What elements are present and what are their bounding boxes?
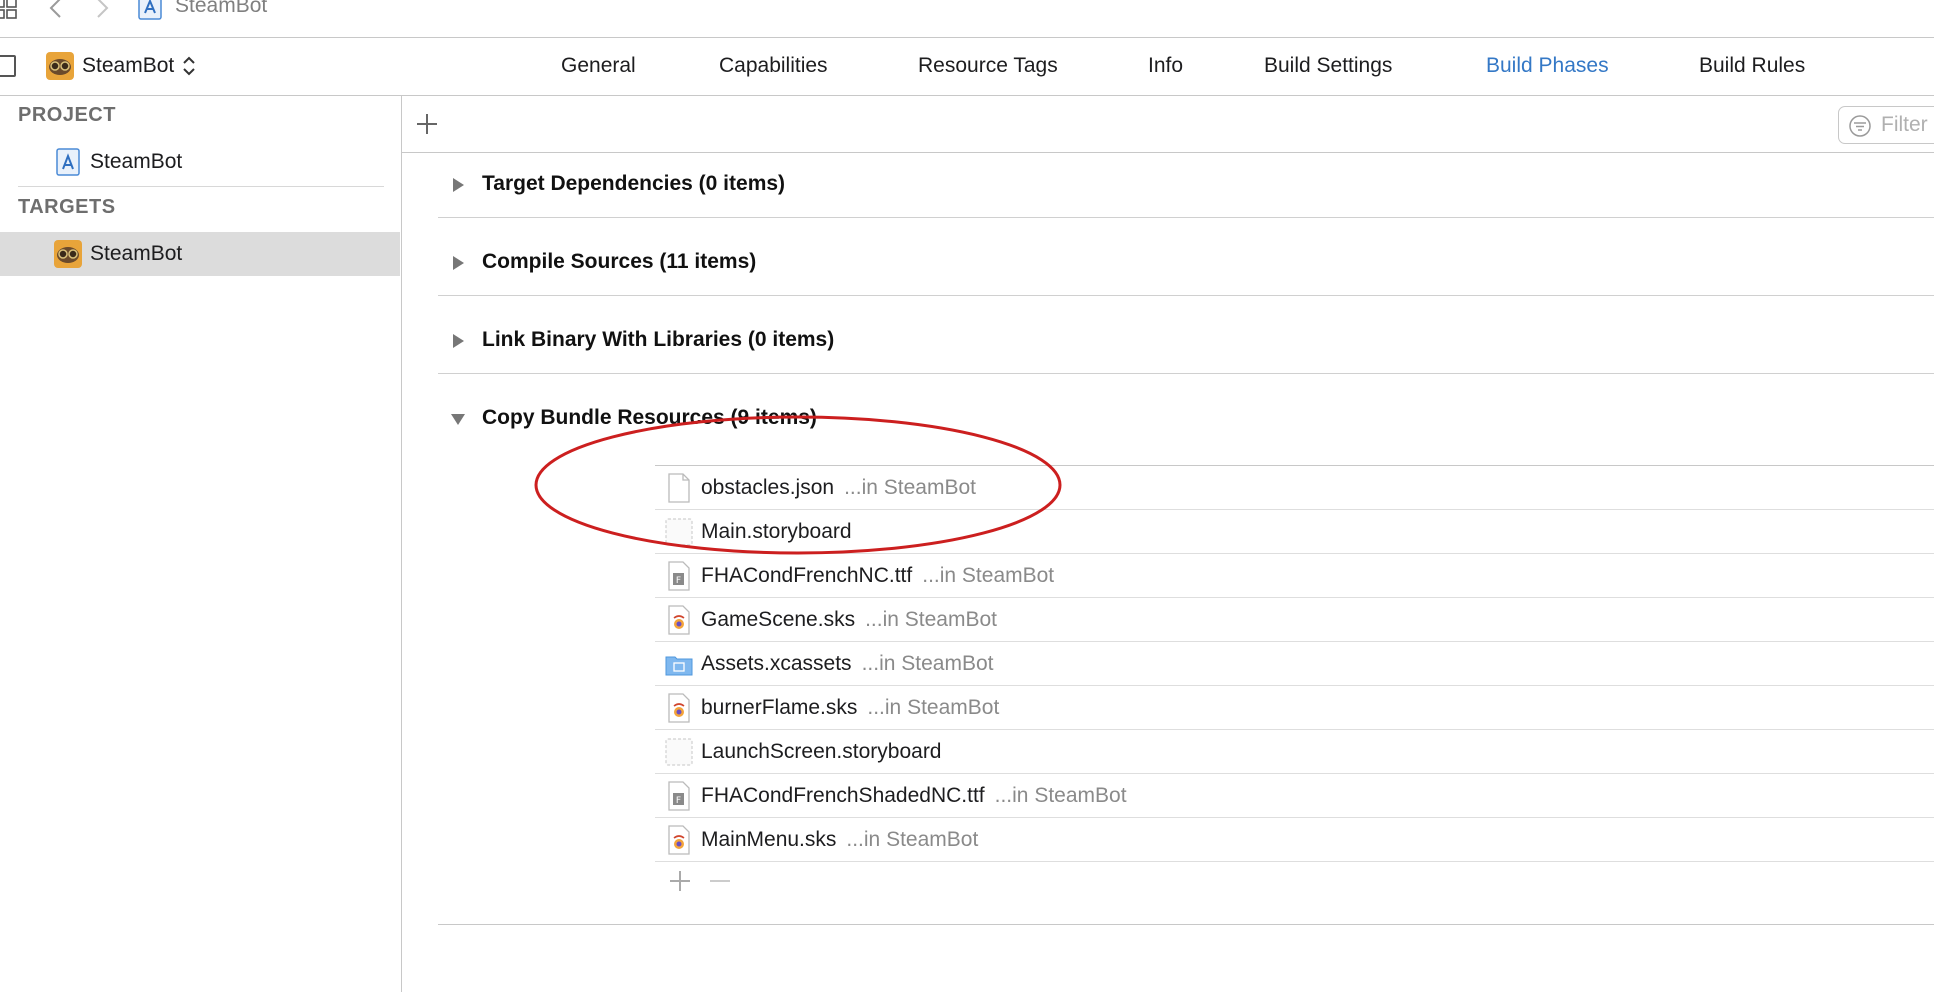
sks-file-icon: [665, 693, 693, 723]
back-chevron-icon[interactable]: [46, 0, 66, 22]
sidebar-divider: [18, 186, 384, 187]
remove-file-icon[interactable]: [705, 866, 735, 896]
jump-bar: SteamBot: [0, 0, 1934, 38]
steambot-app-icon: [46, 52, 74, 80]
file-name-text: LaunchScreen.storyboard: [701, 740, 942, 763]
copy-resources-file-list: obstacles.json ...in SteamBot Main.storybo…: [655, 465, 1934, 862]
storyboard-file-icon: [665, 517, 693, 547]
phase-title: Copy Bundle Resources (9 items): [482, 406, 817, 429]
phase-link-binary[interactable]: Link Binary With Libraries (0 items): [438, 309, 1934, 374]
file-name-text: FHACondFrenchNC.ttf: [701, 564, 913, 587]
sidebar-toggle-icon[interactable]: [0, 55, 16, 77]
sidebar-item-label: SteamBot: [90, 150, 183, 173]
up-down-chevron-icon: [183, 56, 195, 76]
file-row[interactable]: Assets.xcassets ...in SteamBot: [655, 642, 1934, 686]
tab-general[interactable]: General: [561, 54, 636, 78]
svg-text:F: F: [676, 576, 681, 586]
phase-copy-bundle-resources[interactable]: Copy Bundle Resources (9 items): [438, 387, 1934, 451]
disclosure-triangle-collapsed-icon[interactable]: [450, 177, 466, 193]
file-name: LaunchScreen.storyboard: [701, 740, 942, 764]
tab-build-rules[interactable]: Build Rules: [1699, 54, 1805, 78]
phase-title: Link Binary With Libraries (0 items): [482, 328, 835, 351]
file-row[interactable]: Main.storyboard: [655, 510, 1934, 554]
file-row[interactable]: LaunchScreen.storyboard: [655, 730, 1934, 774]
forward-chevron-icon[interactable]: [92, 0, 112, 22]
filter-icon: [1849, 115, 1871, 137]
file-name-text: Main.storyboard: [701, 520, 852, 543]
add-build-phase-icon[interactable]: [412, 109, 442, 139]
file-name: FHACondFrenchShadedNC.ttf ...in SteamBot: [701, 784, 1127, 808]
file-row[interactable]: GameScene.sks ...in SteamBot: [655, 598, 1934, 642]
breadcrumb-project[interactable]: SteamBot: [175, 0, 267, 18]
add-file-icon[interactable]: [665, 866, 695, 896]
xcode-project-icon: [56, 148, 80, 176]
file-name: Main.storyboard: [701, 520, 852, 544]
build-phases-toolbar: Filter: [402, 96, 1934, 153]
json-file-icon: [665, 473, 693, 503]
disclosure-triangle-collapsed-icon[interactable]: [450, 333, 466, 349]
file-row[interactable]: burnerFlame.sks ...in SteamBot: [655, 686, 1934, 730]
file-location: ...in SteamBot: [846, 828, 979, 851]
file-row[interactable]: F FHACondFrenchNC.ttf ...in SteamBot: [655, 554, 1934, 598]
file-name: burnerFlame.sks ...in SteamBot: [701, 696, 999, 720]
font-file-icon: F: [665, 561, 693, 591]
file-name: Assets.xcassets ...in SteamBot: [701, 652, 993, 676]
phase-divider: [438, 924, 1934, 925]
sks-file-icon: [665, 605, 693, 635]
project-navigator-sidebar: PROJECT SteamBot TARGETS SteamBot: [0, 96, 402, 992]
project-section-header: PROJECT: [18, 104, 116, 126]
target-selector[interactable]: SteamBot: [46, 51, 196, 81]
file-name: MainMenu.sks ...in SteamBot: [701, 828, 978, 852]
targets-section-header: TARGETS: [18, 196, 116, 218]
file-location: ...in SteamBot: [994, 784, 1127, 807]
file-location: ...in SteamBot: [922, 564, 1055, 587]
disclosure-triangle-collapsed-icon[interactable]: [450, 255, 466, 271]
sidebar-item-label: SteamBot: [90, 242, 183, 265]
filter-field[interactable]: Filter: [1838, 106, 1934, 144]
file-row[interactable]: F FHACondFrenchShadedNC.ttf ...in SteamBot: [655, 774, 1934, 818]
file-name: GameScene.sks ...in SteamBot: [701, 608, 997, 632]
file-name-text: burnerFlame.sks: [701, 696, 858, 719]
filter-placeholder: Filter: [1881, 113, 1928, 136]
svg-text:F: F: [676, 796, 681, 806]
font-file-icon: F: [665, 781, 693, 811]
build-phases-editor: Filter Target Dependencies (0 items) Com…: [402, 96, 1934, 992]
file-name-text: GameScene.sks: [701, 608, 856, 631]
phase-title: Target Dependencies (0 items): [482, 172, 786, 195]
tab-resource-tags[interactable]: Resource Tags: [918, 54, 1058, 78]
file-name-text: obstacles.json: [701, 476, 835, 499]
tab-build-phases[interactable]: Build Phases: [1486, 54, 1609, 78]
file-name-text: FHACondFrenchShadedNC.ttf: [701, 784, 985, 807]
file-name-text: MainMenu.sks: [701, 828, 837, 851]
xcode-project-icon: [138, 0, 162, 20]
sidebar-item-project[interactable]: SteamBot: [0, 140, 400, 184]
file-row[interactable]: MainMenu.sks ...in SteamBot: [655, 818, 1934, 862]
file-name: obstacles.json ...in SteamBot: [701, 476, 976, 500]
steambot-app-icon: [54, 240, 82, 268]
phase-target-dependencies[interactable]: Target Dependencies (0 items): [438, 153, 1934, 218]
file-name: FHACondFrenchNC.ttf ...in SteamBot: [701, 564, 1054, 588]
related-items-icon[interactable]: [0, 0, 18, 20]
tab-info[interactable]: Info: [1148, 54, 1183, 78]
file-name-text: Assets.xcassets: [701, 652, 852, 675]
file-location: ...in SteamBot: [861, 652, 994, 675]
phase-compile-sources[interactable]: Compile Sources (11 items): [438, 231, 1934, 296]
disclosure-triangle-expanded-icon[interactable]: [450, 411, 466, 427]
file-location: ...in SteamBot: [867, 696, 1000, 719]
target-selector-label: SteamBot: [82, 54, 175, 77]
storyboard-file-icon: [665, 737, 693, 767]
tab-build-settings[interactable]: Build Settings: [1264, 54, 1392, 78]
sidebar-item-target[interactable]: SteamBot: [0, 232, 400, 276]
sks-file-icon: [665, 825, 693, 855]
file-location: ...in SteamBot: [844, 476, 976, 499]
file-location: ...in SteamBot: [865, 608, 997, 631]
folder-icon: [665, 649, 693, 679]
editor-tab-bar: SteamBot General Capabilities Resource T…: [0, 38, 1934, 96]
file-row[interactable]: obstacles.json ...in SteamBot: [655, 466, 1934, 510]
phase-title: Compile Sources (11 items): [482, 250, 757, 273]
tab-capabilities[interactable]: Capabilities: [719, 54, 828, 78]
